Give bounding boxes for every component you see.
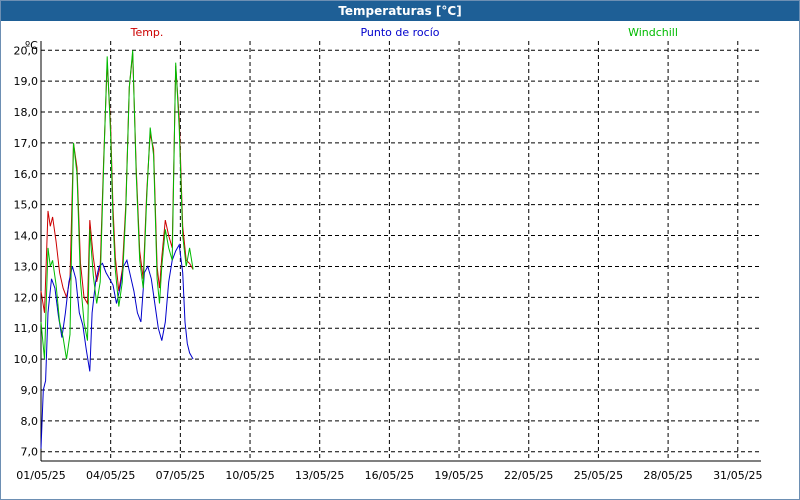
x-axis-ticks: 01/05/25 04/05/25 07/05/25 10/05/25 13/05/25… [16,469,762,482]
x-tick-label: 28/05/25 [643,469,692,482]
chart-series [40,50,194,449]
x-tick-label: 22/05/25 [504,469,553,482]
y-axis-ticks: 7,0 8,0 9,0 10,0 11,0 12,0 13,0 14,0 15,0 16,0 17,… [14,44,39,458]
chart-window: Temperaturas [°C] 7,0 8,0 9,0 10,0 11,0 12,0 1… [0,0,800,500]
x-tick-label: 31/05/25 [713,469,762,482]
x-tick-label: 19/05/25 [434,469,483,482]
x-tick-label: 16/05/25 [365,469,414,482]
y-tick-label: 12,0 [14,291,39,304]
chart-grid [40,41,761,461]
y-tick-label: 7,0 [21,446,39,459]
y-tick-label: 15,0 [14,199,39,212]
y-tick-label: 11,0 [14,322,39,335]
y-tick-label: 17,0 [14,137,39,150]
legend-entry: Windchill [628,26,678,39]
y-axis-label: ºC [25,39,38,52]
temperature-chart: 7,0 8,0 9,0 10,0 11,0 12,0 13,0 14,0 15,0 16,0 17,… [14,26,763,482]
y-tick-label: 14,0 [14,230,39,243]
x-tick-label: 04/05/25 [86,469,135,482]
chart-axes [40,41,761,462]
y-tick-label: 18,0 [14,106,39,119]
window-title: Temperaturas [°C] [1,1,799,21]
legend-entry: Temp. [130,26,164,39]
x-tick-label: 07/05/25 [156,469,205,482]
x-tick-label: 10/05/25 [225,469,274,482]
x-tick-label: 13/05/25 [295,469,344,482]
y-tick-label: 16,0 [14,168,39,181]
x-tick-label: 01/05/25 [16,469,65,482]
chart-legend: Temp. Punto de rocío Windchill [130,26,678,39]
y-tick-label: 10,0 [14,353,39,366]
y-tick-label: 13,0 [14,260,39,273]
legend-entry: Punto de rocío [360,26,439,39]
x-tick-label: 25/05/25 [574,469,623,482]
y-tick-label: 8,0 [21,415,39,428]
y-tick-label: 19,0 [14,75,39,88]
y-tick-label: 9,0 [21,384,39,397]
